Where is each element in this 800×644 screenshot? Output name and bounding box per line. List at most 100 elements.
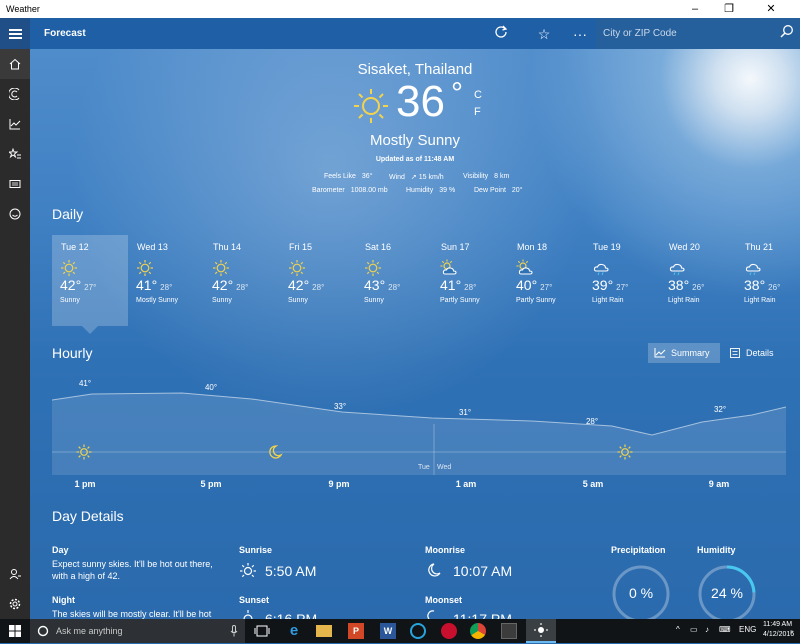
- search-input[interactable]: City or ZIP Code: [603, 28, 677, 39]
- unit-fahrenheit-toggle[interactable]: F: [474, 106, 481, 118]
- volume-icon[interactable]: ♪: [705, 625, 709, 634]
- maximize-button[interactable]: ❐: [714, 0, 744, 18]
- day-high-low: 42° 28°: [288, 277, 324, 293]
- daily-heading: Daily: [52, 206, 84, 222]
- powerpoint-icon[interactable]: P: [348, 623, 364, 639]
- current-condition: Mostly Sunny: [369, 132, 461, 149]
- sidebar-item-forecast[interactable]: [0, 49, 30, 79]
- chrome-icon[interactable]: [470, 623, 486, 639]
- unit-celsius-toggle[interactable]: C: [474, 89, 482, 101]
- day-name: Sun 17: [441, 242, 470, 252]
- file-explorer-icon[interactable]: [316, 625, 332, 637]
- search-icon[interactable]: [780, 24, 794, 43]
- home-icon: [9, 58, 21, 70]
- clock-time[interactable]: 11:49 AM: [763, 621, 792, 628]
- sidebar-item-feedback[interactable]: [0, 199, 30, 229]
- smiley-icon: [9, 208, 21, 220]
- sidebar-item-places[interactable]: [0, 139, 30, 169]
- windows-start-icon[interactable]: [9, 625, 21, 637]
- sidebar-item-news[interactable]: [0, 169, 30, 199]
- keyboard-icon[interactable]: ⌨: [719, 625, 731, 634]
- day-name: Mon 18: [517, 242, 548, 252]
- image-app-icon[interactable]: [501, 623, 517, 639]
- day-name: Tue 19: [593, 242, 621, 252]
- day-high: 41°: [440, 277, 462, 293]
- show-hidden-icons-icon[interactable]: ^: [676, 625, 680, 634]
- hourly-temp-label: 41°: [78, 379, 92, 388]
- day-high: 42°: [60, 277, 82, 293]
- summary-button[interactable]: Summary: [648, 343, 720, 363]
- daily-forecast-day[interactable]: Tue 12 42° 27° Sunny: [52, 235, 128, 326]
- minimize-button[interactable]: –: [680, 0, 710, 18]
- hourly-time-label: 9 am: [708, 479, 730, 489]
- daily-forecast-day[interactable]: Mon 18 40° 27° Partly Sunny: [508, 235, 584, 326]
- favorite-star-icon[interactable]: ☆: [533, 23, 555, 45]
- daily-forecast-day[interactable]: Sun 17 41° 28° Partly Sunny: [432, 235, 508, 326]
- day-low: 27°: [540, 283, 553, 292]
- sidebar-item-maps[interactable]: [0, 79, 30, 109]
- hamburger-menu-button[interactable]: [0, 18, 30, 49]
- sidebar-item-settings[interactable]: [0, 589, 30, 619]
- language-indicator[interactable]: ENG: [739, 625, 756, 634]
- radar-icon: [9, 88, 20, 100]
- sun-icon: [76, 444, 92, 460]
- moon-icon: [269, 445, 283, 459]
- sidebar-item-account[interactable]: [0, 559, 30, 589]
- task-view-icon[interactable]: [254, 623, 270, 639]
- location-name: Sisaket, Thailand: [357, 61, 473, 78]
- sun-icon: [534, 623, 548, 637]
- window-titlebar: Weather – ❐ ✕: [0, 0, 800, 18]
- news-icon: [9, 180, 21, 188]
- hourly-time-label: 5 am: [582, 479, 604, 489]
- day-name: Wed 13: [137, 242, 168, 252]
- hourly-time-label: 1 am: [455, 479, 477, 489]
- day-condition: Partly Sunny: [516, 297, 556, 304]
- search-box[interactable]: City or ZIP Code: [596, 18, 800, 49]
- hourly-time-label: 9 pm: [328, 479, 350, 489]
- sun-icon: [354, 89, 388, 123]
- day-name: Thu 14: [213, 242, 242, 252]
- day-name: Sat 16: [365, 242, 392, 252]
- weather-app-taskbar-button[interactable]: [526, 619, 556, 643]
- day-condition: Sunny: [364, 297, 384, 304]
- edge-browser-icon[interactable]: e: [286, 623, 302, 639]
- details-button[interactable]: Details: [724, 343, 782, 363]
- cortana-search-input[interactable]: Ask me anything: [56, 626, 123, 636]
- notification-icon[interactable]: ▫: [790, 627, 793, 636]
- media-app-icon[interactable]: [441, 623, 457, 639]
- day-divider-wed: Wed: [437, 464, 452, 471]
- sync-app-icon[interactable]: [410, 623, 426, 639]
- daily-forecast-day[interactable]: Thu 14 42° 28° Sunny: [204, 235, 280, 326]
- more-options-icon[interactable]: ···: [569, 23, 591, 45]
- hourly-time-label: 5 pm: [200, 479, 222, 489]
- close-button[interactable]: ✕: [756, 0, 786, 18]
- day-high: 42°: [212, 277, 234, 293]
- day-high-low: 39° 27°: [592, 277, 628, 293]
- microphone-icon[interactable]: [230, 625, 238, 637]
- daily-forecast-day[interactable]: Fri 15 42° 28° Sunny: [280, 235, 356, 326]
- day-divider-tue: Tue: [418, 464, 430, 471]
- precipitation-value: 0 %: [628, 585, 654, 601]
- hourly-temp-label: 28°: [585, 417, 599, 426]
- day-high: 43°: [364, 277, 386, 293]
- word-icon[interactable]: W: [380, 623, 396, 639]
- network-icon[interactable]: ▭: [690, 625, 698, 634]
- forecast-panel: Sisaket, Thailand 36 ° C F Mostly Sunny U…: [30, 49, 800, 619]
- gear-icon: [9, 598, 21, 610]
- cortana-search-box[interactable]: Ask me anything: [30, 619, 245, 643]
- day-low: 28°: [160, 283, 173, 292]
- day-high: 38°: [668, 277, 690, 293]
- day-description-line2: with a high of 42.: [52, 571, 121, 581]
- day-low: 28°: [464, 283, 477, 292]
- day-high: 40°: [516, 277, 538, 293]
- daily-forecast-day[interactable]: Wed 20 38° 26° Light Rain: [660, 235, 736, 326]
- humidity-detail-label: Humidity: [697, 545, 736, 555]
- daily-forecast-day[interactable]: Wed 13 41° 28° Mostly Sunny: [128, 235, 204, 326]
- daily-forecast-day[interactable]: Sat 16 43° 28° Sunny: [356, 235, 432, 326]
- sunset-icon: [243, 610, 253, 619]
- refresh-icon[interactable]: [490, 23, 512, 45]
- daily-forecast-day[interactable]: Tue 19 39° 27° Light Rain: [584, 235, 660, 326]
- hourly-temp-label: 32°: [713, 405, 727, 414]
- sidebar-item-historical[interactable]: [0, 109, 30, 139]
- daily-forecast-day[interactable]: Thu 21 38° 26° Light Rain: [736, 235, 800, 326]
